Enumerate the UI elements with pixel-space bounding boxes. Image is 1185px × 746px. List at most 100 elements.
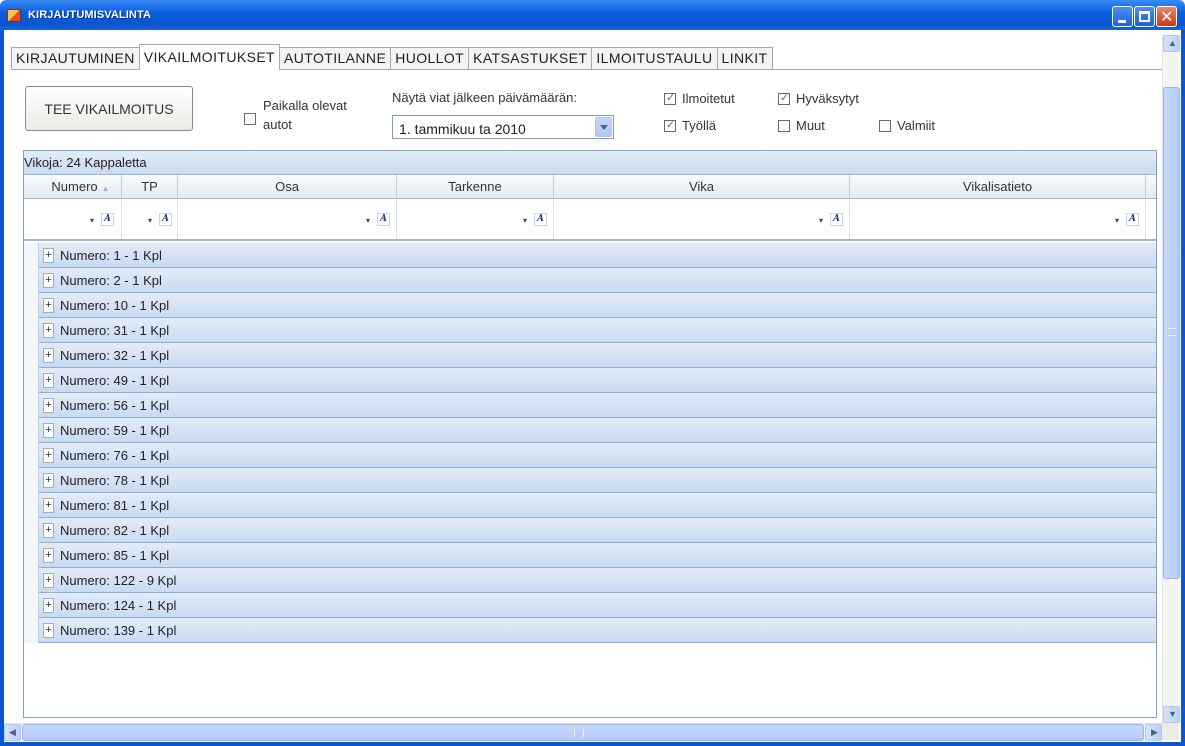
scroll-left-button[interactable]: ◀ [4,724,21,741]
group-row[interactable]: + Numero: 82 - 1 Kpl [24,518,1156,543]
filter-operator-icon[interactable]: A [159,213,172,226]
minimize-icon [1118,20,1126,23]
group-label: Numero: 59 - 1 Kpl [60,423,170,438]
vertical-scrollbar[interactable]: ▲ ▼ [1162,35,1180,723]
expand-icon[interactable]: + [43,398,54,413]
tab-ilmoitustaulu[interactable]: ILMOITUSTAULU [591,47,718,69]
filter-cell-vikalisatieto[interactable]: ▾ A [850,199,1146,239]
filter-operator-icon[interactable]: A [1126,213,1139,226]
expand-icon[interactable]: + [43,548,54,563]
row-indicator [24,243,39,268]
horizontal-scroll-thumb[interactable] [22,724,1144,741]
tab-autotilanne[interactable]: AUTOTILANNE [279,47,392,69]
maximize-button[interactable] [1134,6,1155,27]
tab-huollot[interactable]: HUOLLOT [390,47,470,69]
filter-cell-tarkenne[interactable]: ▾ A [397,199,554,239]
expand-icon[interactable]: + [43,473,54,488]
expand-icon[interactable]: + [43,248,54,263]
expand-icon[interactable]: + [43,323,54,338]
column-header-tp[interactable]: TP [122,175,178,199]
row-indicator [24,318,39,343]
new-fault-report-button[interactable]: TEE VIKAILMOITUS [25,86,193,131]
faults-grid: Vikoja: 24 Kappaletta Numero ▲ TP Osa Tar… [23,150,1157,718]
group-row[interactable]: + Numero: 49 - 1 Kpl [24,368,1156,393]
filter-cell-vika[interactable]: ▾ A [554,199,850,239]
column-header-osa[interactable]: Osa [178,175,397,199]
group-row[interactable]: + Numero: 2 - 1 Kpl [24,268,1156,293]
valmiit-checkbox[interactable] [879,120,891,132]
maximize-icon [1139,11,1150,22]
group-label: Numero: 78 - 1 Kpl [60,473,170,488]
expand-icon[interactable]: + [43,423,54,438]
hyvaksytyt-checkbox[interactable] [778,91,790,105]
column-header-vika[interactable]: Vika [554,175,850,199]
date-filter-dropdown[interactable]: 1. tammikuu ta 2010 [392,115,614,139]
filter-operator-icon[interactable]: A [830,213,843,226]
group-row[interactable]: + Numero: 78 - 1 Kpl [24,468,1156,493]
filter-dropdown-icon[interactable]: ▾ [90,216,94,225]
column-header-tarkenne[interactable]: Tarkenne [397,175,554,199]
expand-icon[interactable]: + [43,448,54,463]
group-row[interactable]: + Numero: 1 - 1 Kpl [24,243,1156,268]
minimize-button[interactable] [1112,6,1133,27]
filter-operator-icon[interactable]: A [534,213,547,226]
filter-cell-osa[interactable]: ▾ A [178,199,397,239]
filter-dropdown-icon[interactable]: ▾ [148,216,152,225]
tyolla-checkbox[interactable] [664,118,676,132]
expand-icon[interactable]: + [43,623,54,638]
expand-icon[interactable]: + [43,373,54,388]
tab-vikailmoitukset[interactable]: VIKAILMOITUKSET [138,44,281,70]
group-row[interactable]: + Numero: 10 - 1 Kpl [24,293,1156,318]
expand-icon[interactable]: + [43,498,54,513]
grip-icon [574,729,584,737]
grid-caption: Vikoja: 24 Kappaletta [24,151,1156,175]
horizontal-scrollbar[interactable]: ◀ ▶ [4,723,1179,741]
group-label: Numero: 124 - 1 Kpl [60,598,177,613]
filter-operator-icon[interactable]: A [377,213,390,226]
tab-linkit[interactable]: LINKIT [716,47,773,69]
group-label: Numero: 1 - 1 Kpl [60,248,162,263]
expand-icon[interactable]: + [43,298,54,313]
filter-dropdown-icon[interactable]: ▾ [366,216,370,225]
row-indicator [24,368,39,393]
filter-dropdown-icon[interactable]: ▾ [1115,216,1119,225]
muut-checkbox[interactable] [778,120,790,132]
expand-icon[interactable]: + [43,348,54,363]
scroll-right-button[interactable]: ▶ [1145,724,1162,741]
expand-icon[interactable]: + [43,598,54,613]
column-header-vikalisatieto[interactable]: Vikalisatieto [850,175,1146,199]
filter-operator-icon[interactable]: A [101,213,114,226]
group-row[interactable]: + Numero: 81 - 1 Kpl [24,493,1156,518]
group-row[interactable]: + Numero: 124 - 1 Kpl [24,593,1156,618]
close-button[interactable]: ✕ [1156,6,1177,27]
scroll-up-button[interactable]: ▲ [1163,35,1180,52]
group-row[interactable]: + Numero: 59 - 1 Kpl [24,418,1156,443]
group-row[interactable]: + Numero: 76 - 1 Kpl [24,443,1156,468]
app-icon [7,9,21,22]
ilmoitetut-checkbox[interactable] [664,91,676,105]
tab-katsastukset[interactable]: KATSASTUKSET [468,47,593,69]
filter-cell-numero[interactable]: ▾ A [40,199,122,239]
group-row[interactable]: + Numero: 122 - 9 Kpl [24,568,1156,593]
group-label: Numero: 76 - 1 Kpl [60,448,170,463]
vertical-scroll-thumb[interactable] [1163,87,1180,579]
expand-icon[interactable]: + [43,273,54,288]
tab-kirjautuminen[interactable]: KIRJAUTUMINEN [11,47,140,69]
scroll-down-button[interactable]: ▼ [1163,706,1180,723]
chevron-down-icon[interactable] [595,117,612,137]
expand-icon[interactable]: + [43,523,54,538]
group-row[interactable]: + Numero: 139 - 1 Kpl [24,618,1156,643]
on-site-cars-checkbox[interactable] [244,113,256,125]
filter-dropdown-icon[interactable]: ▾ [819,216,823,225]
group-row[interactable]: + Numero: 56 - 1 Kpl [24,393,1156,418]
column-header-numero[interactable]: Numero ▲ [40,175,122,199]
expand-icon[interactable]: + [43,573,54,588]
group-row[interactable]: + Numero: 85 - 1 Kpl [24,543,1156,568]
filter-cell-tp[interactable]: ▾ A [122,199,178,239]
title-bar[interactable]: KIRJAUTUMISVALINTA ✕ [0,0,1185,30]
filter-dropdown-icon[interactable]: ▾ [523,216,527,225]
group-row[interactable]: + Numero: 31 - 1 Kpl [24,318,1156,343]
group-row[interactable]: + Numero: 32 - 1 Kpl [24,343,1156,368]
date-filter-value: 1. tammikuu ta 2010 [399,121,526,137]
group-label: Numero: 139 - 1 Kpl [60,623,177,638]
